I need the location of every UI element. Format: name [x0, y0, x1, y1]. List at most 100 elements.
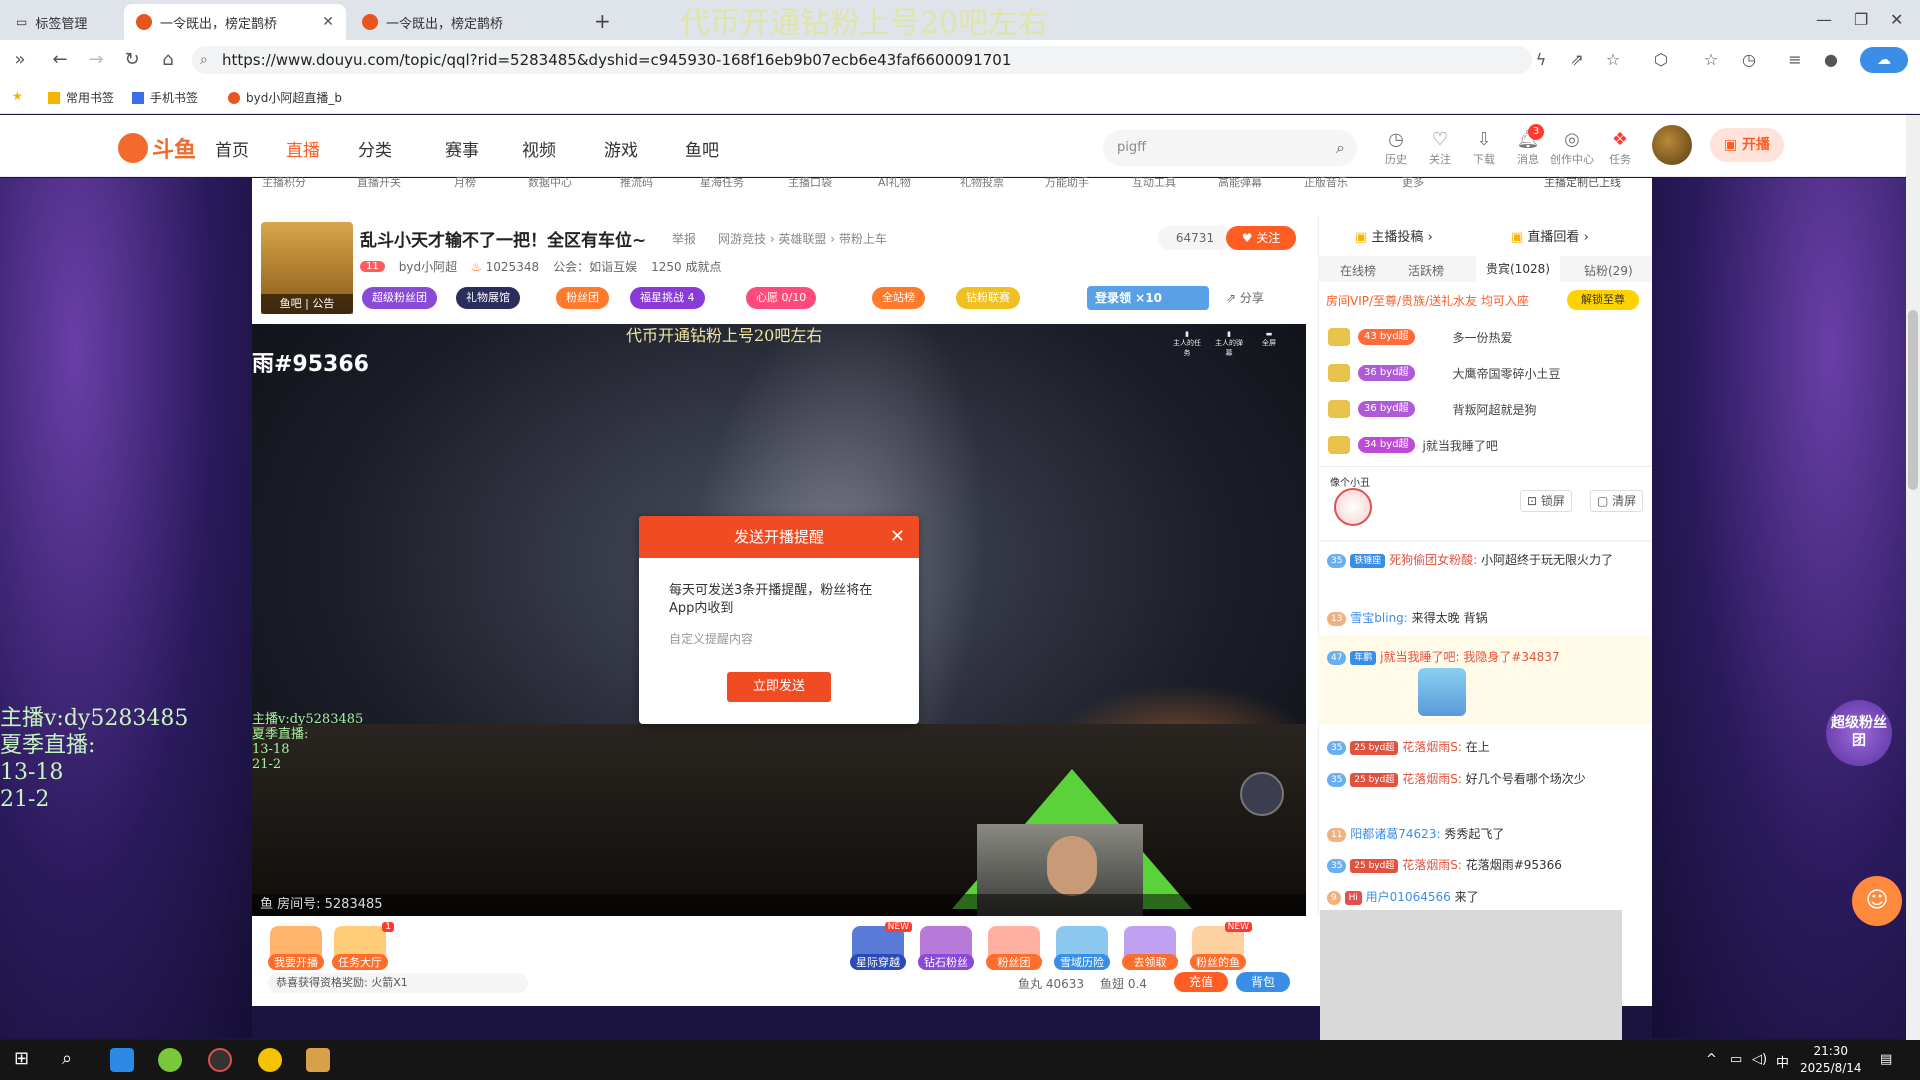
taskbar-clock[interactable]: 21:30 2025/8/14 [1800, 1043, 1862, 1077]
danmu-tool-icon[interactable]: ▮ 主人的弹幕 [1214, 330, 1244, 358]
login-reward-button[interactable]: 登录领 ×10 [1087, 286, 1209, 310]
tab-douyu-active[interactable]: 一令既出，榜定鹊桥 ✕ [124, 4, 346, 40]
back-icon[interactable]: ← [48, 48, 72, 72]
toolbar-item[interactable]: 正版音乐 [1304, 174, 1348, 190]
tab-manager[interactable]: ▭ 标签管理 [4, 4, 114, 40]
page-scrollbar[interactable] [1906, 115, 1920, 1040]
new-tab-button[interactable]: + [594, 9, 611, 33]
bag-button[interactable]: 背包 [1236, 972, 1290, 992]
recharge-button[interactable]: 充值 [1174, 972, 1228, 992]
window-close-icon[interactable]: ✕ [1890, 10, 1903, 29]
clear-screen-button[interactable]: ▢ 清屏 [1590, 490, 1644, 512]
nickname[interactable]: 花落烟雨S: [1402, 772, 1462, 786]
toolbar-item[interactable]: 主播定制已上线 [1544, 174, 1621, 190]
toolbar-item[interactable]: 万能助手 [1045, 174, 1089, 190]
notification-icon[interactable]: ▤ [1880, 1052, 1892, 1067]
chat-message[interactable]: 11 阳都诸葛74623: 秀秀起飞了 [1327, 821, 1645, 847]
fullscreen-icon[interactable]: ▬ 全屏 [1254, 330, 1284, 348]
profile-icon[interactable]: ● [1820, 49, 1842, 71]
close-icon[interactable]: ✕ [890, 516, 905, 558]
restore-icon[interactable]: ❐ [1854, 10, 1868, 29]
nickname[interactable]: 花落烟雨S: [1402, 740, 1462, 754]
favorites-icon[interactable]: ☆ [1700, 49, 1722, 71]
customer-service-icon[interactable]: ☺ [1852, 876, 1902, 926]
fan-fish-button[interactable]: 粉丝的鱼 NEW [1190, 922, 1252, 970]
start-live-button[interactable]: ▣ 开播 [1710, 128, 1784, 162]
task-hall-button[interactable]: 任务大厅 1 [332, 922, 394, 970]
tasks-button[interactable]: ❖ 任务 [1598, 129, 1642, 167]
avatar-caption[interactable]: 鱼吧 | 公告 [261, 294, 353, 314]
nav-live[interactable]: 直播 [286, 136, 320, 161]
claim-button[interactable]: 去领取 [1122, 926, 1178, 970]
douyu-logo[interactable]: 斗鱼 [118, 132, 196, 164]
chat-message[interactable]: 47 年鹏 j就当我睡了吧: 我隐身了#34837 [1327, 644, 1645, 670]
nickname[interactable]: 死狗偷团女粉酸: [1389, 553, 1477, 567]
chat-message[interactable]: 35 25 byd超 花落烟雨S: 好几个号看哪个场次少 [1327, 766, 1645, 792]
chat-message[interactable]: 35 25 byd超 花落烟雨S: 在上 [1327, 734, 1645, 760]
report-link[interactable]: 举报 [672, 230, 696, 247]
start-stream-button[interactable]: 我要开播 [268, 926, 324, 970]
star-icon[interactable]: ☆ [1602, 49, 1624, 71]
follow-button[interactable]: ♥ 关注 [1226, 226, 1296, 250]
nav-yuba[interactable]: 鱼吧 [685, 136, 719, 161]
toolbar-item[interactable]: 互动工具 [1132, 174, 1176, 190]
search-icon[interactable]: ⌕ [1336, 130, 1345, 166]
lock-screen-button[interactable]: ⊡ 锁屏 [1520, 490, 1572, 512]
home-icon[interactable]: ⌂ [156, 48, 180, 72]
app-icon[interactable] [208, 1048, 232, 1072]
volume-icon[interactable]: ◁) [1752, 1052, 1767, 1067]
bookmark-byd[interactable]: byd小阿超直播_b [228, 89, 342, 106]
chat-message[interactable]: 9 Hi 用户01064566 来了 [1327, 884, 1645, 910]
download-button[interactable]: ⇩ 下载 [1462, 129, 1506, 167]
interstellar-button[interactable]: 星际穿越 NEW [850, 922, 912, 970]
diamond-fans-button[interactable]: 钻石粉丝 [918, 926, 974, 970]
nickname[interactable]: 用户01064566 [1366, 890, 1451, 904]
super-fan-float-button[interactable]: 超级粉丝团 [1826, 700, 1892, 766]
lightning-icon[interactable]: ϟ [1530, 49, 1552, 71]
toolbar-item[interactable]: 推流码 [620, 174, 653, 190]
follow-list-button[interactable]: ♡ 关注 [1418, 129, 1462, 167]
category-breadcrumb[interactable]: 网游竞技 › 英雄联盟 › 带粉上车 [718, 230, 887, 247]
rank-row[interactable]: 34 byd超 j就当我睡了吧 [1328, 430, 1498, 460]
rank-row[interactable]: 36 byd超 背叛阿超就是狗 [1328, 394, 1537, 424]
toolbar-item[interactable]: 星海任务 [700, 174, 744, 190]
rank-row[interactable]: 36 byd超 大鹰帝国零碎小土豆 [1328, 358, 1561, 388]
site-rank-pill[interactable]: 全站榜 [872, 287, 925, 309]
toolbar-item[interactable]: 月榜 [454, 174, 476, 190]
lucky-challenge-pill[interactable]: 福星挑战 4 [630, 287, 705, 309]
minimize-icon[interactable]: — [1816, 10, 1832, 29]
nav-home[interactable]: 首页 [215, 136, 249, 161]
game-controller-icon[interactable] [1240, 772, 1284, 816]
nickname[interactable]: 花落烟雨S: [1402, 858, 1462, 872]
extensions-icon[interactable]: ⬡ [1650, 49, 1672, 71]
toolbar-item[interactable]: 更多 [1402, 174, 1424, 190]
chat-message[interactable]: 13 雪宝bling: 来得太晚 背锅 [1327, 605, 1645, 631]
guild[interactable]: 公会：如诣互娱 [553, 258, 637, 275]
super-fan-pill[interactable]: 超级粉丝团 [362, 287, 437, 309]
anchor-submission-link[interactable]: ▣ 主播投稿 › [1355, 226, 1433, 245]
unlock-vip-button[interactable]: 解锁至尊 [1567, 290, 1639, 310]
wish-pill[interactable]: 心愿 0/10 [746, 287, 817, 309]
bookmark-folder-common[interactable]: 常用书签 [48, 89, 114, 106]
reload-icon[interactable]: ↻ [120, 48, 144, 72]
toolbar-item[interactable]: 主播积分 [262, 174, 306, 190]
replay-link[interactable]: ▣ 直播回看 › [1511, 226, 1589, 245]
history-button[interactable]: ◷ 历史 [1374, 129, 1418, 167]
fan-club-button[interactable]: 粉丝团 [986, 926, 1042, 970]
search-icon[interactable]: ⌕ [62, 1048, 86, 1072]
app-icon[interactable] [258, 1048, 282, 1072]
page-scroll-thumb[interactable] [1908, 310, 1918, 490]
menu-icon[interactable]: ≡ [1784, 49, 1806, 71]
nav-events[interactable]: 赛事 [445, 136, 479, 161]
tab-online[interactable]: 在线榜 [1340, 262, 1376, 279]
toolbar-item[interactable]: 数据中心 [528, 174, 572, 190]
share-button[interactable]: ⇗ 分享 [1226, 289, 1264, 306]
tray-chevron-icon[interactable]: ^ [1706, 1052, 1717, 1067]
app-icon[interactable] [306, 1048, 330, 1072]
fan-club-pill[interactable]: 粉丝团 [556, 287, 609, 309]
toolbar-item[interactable]: 礼物投票 [960, 174, 1004, 190]
nav-category[interactable]: 分类 [358, 136, 392, 161]
ime-indicator[interactable]: 中 [1776, 1052, 1789, 1071]
chat-message[interactable]: 35 铁锤座 死狗偷团女粉酸: 小阿超终于玩无限火力了 [1327, 547, 1645, 573]
snow-adventure-button[interactable]: 雪域历险 [1054, 926, 1110, 970]
